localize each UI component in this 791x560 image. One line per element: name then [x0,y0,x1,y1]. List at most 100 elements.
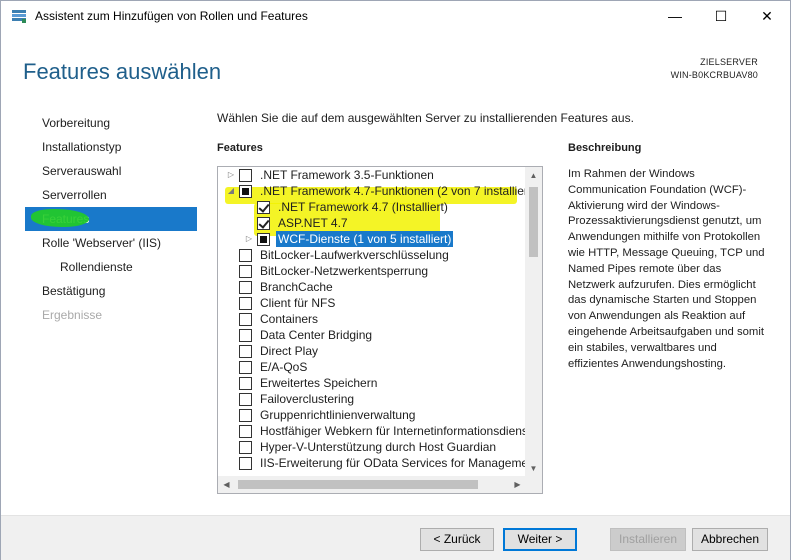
minimize-button[interactable]: — [652,1,698,31]
features-tree[interactable]: ▷ .NET Framework 3.5-Funktionen ◢ .NET Fram… [217,166,543,494]
feature-row[interactable]: Hyper-V-Unterstützung durch Host Guardia… [218,439,526,455]
feature-label[interactable]: Hostfähiger Webkern für Internetinformat… [258,423,526,439]
feature-checkbox[interactable] [239,169,252,182]
close-button[interactable]: ✕ [744,1,790,31]
back-button[interactable]: < Zurück [420,528,494,551]
features-tree-rows: ▷ .NET Framework 3.5-Funktionen ◢ .NET Fram… [218,167,526,477]
scroll-up-icon[interactable]: ▲ [525,167,542,184]
feature-row[interactable]: Hostfähiger Webkern für Internetinformat… [218,423,526,439]
feature-row[interactable]: IIS-Erweiterung für OData Services for M… [218,455,526,471]
feature-checkbox[interactable] [239,457,252,470]
maximize-icon: ☐ [714,7,728,24]
nav-item[interactable]: Installationstyp [25,135,197,159]
feature-label[interactable]: .NET Framework 4.7-Funktionen (2 von 7 i… [258,183,526,199]
feature-label[interactable]: BitLocker-Laufwerkverschlüsselung [258,247,451,263]
feature-row[interactable]: Erweitertes Speichern [218,375,526,391]
feature-label[interactable]: Containers [258,311,320,327]
feature-label[interactable]: Data Center Bridging [258,327,374,343]
feature-checkbox[interactable] [239,393,252,406]
feature-checkbox[interactable] [239,409,252,422]
footer-bar: < Zurück Weiter > Installieren Abbrechen [1,515,790,560]
feature-checkbox[interactable] [257,217,270,230]
feature-label[interactable]: WCF-Dienste (1 von 5 installiert) [276,231,454,247]
install-button[interactable]: Installieren [610,528,686,551]
feature-label[interactable]: BitLocker-Netzwerkentsperrung [258,263,430,279]
next-button[interactable]: Weiter > [503,528,577,551]
scroll-right-icon[interactable]: ▶ [509,476,526,493]
cancel-button[interactable]: Abbrechen [692,528,768,551]
nav-item[interactable]: Serverrollen [25,183,197,207]
nav-item[interactable]: Rollendienste [25,255,197,279]
vertical-scrollbar[interactable]: ▲ ▼ [525,167,542,477]
instruction-text: Wählen Sie die auf dem ausgewählten Serv… [217,111,634,125]
green-highlight-mark [31,209,89,227]
feature-row[interactable]: Data Center Bridging [218,327,526,343]
target-server-label: ZIELSERVER [700,57,758,67]
scroll-left-icon[interactable]: ◀ [218,476,235,493]
feature-checkbox[interactable] [257,201,270,214]
feature-checkbox[interactable] [239,361,252,374]
feature-row[interactable]: E/A-QoS [218,359,526,375]
feature-label[interactable]: BranchCache [258,279,335,295]
expanded-arrow-icon[interactable]: ◢ [226,183,236,199]
feature-checkbox[interactable] [239,185,252,198]
feature-row[interactable]: Containers [218,311,526,327]
feature-checkbox[interactable] [239,249,252,262]
feature-checkbox[interactable] [239,297,252,310]
feature-checkbox[interactable] [257,233,270,246]
window-title: Assistent zum Hinzufügen von Rollen und … [35,9,308,23]
wizard-window: Assistent zum Hinzufügen von Rollen und … [0,0,791,560]
feature-row[interactable]: .NET Framework 4.7 (Installiert) [218,199,526,215]
feature-row[interactable]: Failoverclustering [218,391,526,407]
horizontal-scroll-thumb[interactable] [238,480,478,489]
title-bar: Assistent zum Hinzufügen von Rollen und … [1,1,790,31]
scroll-down-icon[interactable]: ▼ [525,460,542,477]
feature-label[interactable]: Hyper-V-Unterstützung durch Host Guardia… [258,439,498,455]
nav-item: Ergebnisse [42,308,103,322]
feature-label[interactable]: Gruppenrichtlinienverwaltung [258,407,417,423]
collapsed-arrow-icon[interactable]: ▷ [244,231,254,247]
feature-row[interactable]: Client für NFS [218,295,526,311]
feature-label[interactable]: .NET Framework 4.7 (Installiert) [276,199,450,215]
feature-row[interactable]: ◢ .NET Framework 4.7-Funktionen (2 von 7 … [218,183,526,199]
target-server-name: WIN-B0KCRBUAV80 [670,70,758,80]
maximize-button[interactable]: ☐ [698,1,744,31]
minimize-icon: — [668,8,682,24]
feature-checkbox[interactable] [239,329,252,342]
horizontal-scrollbar[interactable]: ◀ ▶ [218,476,526,493]
feature-checkbox[interactable] [239,425,252,438]
feature-label[interactable]: .NET Framework 3.5-Funktionen [258,167,436,183]
close-icon: ✕ [761,7,773,24]
feature-row[interactable]: ▷ WCF-Dienste (1 von 5 installiert) [218,231,526,247]
feature-checkbox[interactable] [239,313,252,326]
feature-row[interactable]: BitLocker-Laufwerkverschlüsselung [218,247,526,263]
feature-label[interactable]: Failoverclustering [258,391,356,407]
scrollbar-corner [525,476,542,493]
feature-row[interactable]: BitLocker-Netzwerkentsperrung [218,263,526,279]
nav-item[interactable]: Vorbereitung [25,111,197,135]
feature-label[interactable]: Client für NFS [258,295,337,311]
feature-checkbox[interactable] [239,265,252,278]
feature-label[interactable]: IIS-Erweiterung für OData Services for M… [258,455,526,471]
feature-row[interactable]: Gruppenrichtlinienverwaltung [218,407,526,423]
feature-label[interactable]: ASP.NET 4.7 [276,215,350,231]
page-title: Features auswählen [23,59,222,84]
collapsed-arrow-icon[interactable]: ▷ [226,167,236,183]
feature-label[interactable]: E/A-QoS [258,359,309,375]
feature-row[interactable]: BranchCache [218,279,526,295]
feature-row[interactable]: ▷ .NET Framework 3.5-Funktionen [218,167,526,183]
server-manager-icon [11,8,27,24]
nav-item[interactable]: Bestätigung [25,279,197,303]
nav-item[interactable]: Serverauswahl [25,159,197,183]
feature-label[interactable]: Direct Play [258,343,320,359]
feature-checkbox[interactable] [239,281,252,294]
feature-row[interactable]: Direct Play [218,343,526,359]
description-heading: Beschreibung [568,142,642,154]
feature-checkbox[interactable] [239,345,252,358]
nav-item[interactable]: Rolle 'Webserver' (IIS) [25,231,197,255]
feature-label[interactable]: Erweitertes Speichern [258,375,379,391]
feature-row[interactable]: ASP.NET 4.7 [218,215,526,231]
vertical-scroll-thumb[interactable] [529,187,538,257]
feature-checkbox[interactable] [239,377,252,390]
feature-checkbox[interactable] [239,441,252,454]
